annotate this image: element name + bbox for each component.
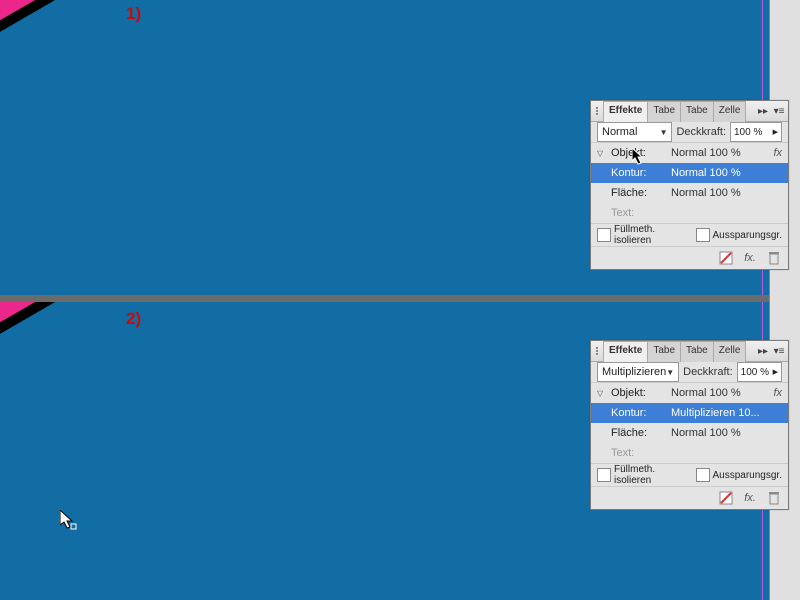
panel-tab-strip: Effekte Tabe Tabe Zelle ▸▸ ▾≡ (591, 101, 788, 122)
dock-rail[interactable] (769, 0, 800, 600)
chevron-down-icon: ▼ (666, 368, 674, 377)
tab-tabelle-2[interactable]: Tabe (680, 341, 714, 362)
panel-collapse-icon[interactable]: ▸▸ (756, 104, 770, 118)
fx-indicator-icon[interactable]: fx (773, 387, 782, 399)
target-list: ▽ Objekt: Normal 100 % fx Kontur: Multip… (591, 382, 788, 463)
annotation-1: 1) (126, 4, 141, 24)
isolate-blending-checkbox[interactable]: Füllmeth. isolieren (597, 224, 686, 246)
tab-tabelle-2[interactable]: Tabe (680, 101, 714, 122)
tab-zelle[interactable]: Zelle (713, 101, 747, 122)
panel-menu-icon[interactable]: ▾≡ (772, 104, 786, 118)
panel-grip[interactable] (593, 107, 601, 115)
target-stroke-row[interactable]: Kontur: Normal 100 % (591, 163, 788, 183)
opacity-label: Deckkraft: (683, 366, 733, 378)
blend-options-row: Füllmeth. isolieren Aussparungsgr. (591, 223, 788, 246)
clear-effects-icon[interactable] (718, 250, 734, 266)
clear-effects-icon[interactable] (718, 490, 734, 506)
fx-menu-button[interactable]: fx. (742, 490, 758, 506)
target-fill-row[interactable]: Fläche: Normal 100 % (591, 423, 788, 443)
effects-panel-2: Effekte Tabe Tabe Zelle ▸▸ ▾≡ Multiplizi… (590, 340, 789, 510)
fx-indicator-icon[interactable]: fx (773, 147, 782, 159)
blend-mode-value: Normal (602, 126, 637, 138)
blend-mode-select[interactable]: Normal ▼ (597, 122, 672, 142)
opacity-input[interactable]: 100 % ▶ (737, 362, 782, 382)
target-object-row[interactable]: ▽ Objekt: Normal 100 % fx (591, 143, 788, 163)
knockout-group-checkbox[interactable]: Aussparungsgr. (696, 228, 783, 242)
target-stroke-row[interactable]: Kontur: Multiplizieren 10... (591, 403, 788, 423)
panel-menu-icon[interactable]: ▾≡ (772, 344, 786, 358)
annotation-2: 2) (126, 309, 141, 329)
knockout-group-checkbox[interactable]: Aussparungsgr. (696, 468, 783, 482)
blend-mode-select[interactable]: Multiplizieren ▼ (597, 362, 679, 382)
tab-effects[interactable]: Effekte (603, 101, 648, 122)
target-text-row: Text: (591, 443, 788, 463)
tab-tabelle[interactable]: Tabe (647, 341, 681, 362)
panel-footer: fx. (591, 486, 788, 509)
opacity-value: 100 % (741, 367, 769, 378)
effects-panel-1: Effekte Tabe Tabe Zelle ▸▸ ▾≡ Normal ▼ D… (590, 100, 789, 270)
fx-menu-button[interactable]: fx. (742, 250, 758, 266)
chevron-down-icon: ▼ (660, 128, 668, 137)
blend-options-row: Füllmeth. isolieren Aussparungsgr. (591, 463, 788, 486)
tab-tabelle[interactable]: Tabe (647, 101, 681, 122)
opacity-input[interactable]: 100 % ▶ (730, 122, 782, 142)
panel-grip[interactable] (593, 347, 601, 355)
disclosure-triangle-icon[interactable]: ▽ (597, 389, 605, 398)
ribbon-object-2[interactable] (0, 302, 349, 382)
chevron-right-icon: ▶ (773, 368, 778, 376)
opacity-value: 100 % (734, 127, 762, 138)
panel-footer: fx. (591, 246, 788, 269)
isolate-blending-checkbox[interactable]: Füllmeth. isolieren (597, 464, 686, 486)
tab-zelle[interactable]: Zelle (713, 341, 747, 362)
panel-tab-strip: Effekte Tabe Tabe Zelle ▸▸ ▾≡ (591, 341, 788, 362)
ribbon-object-1[interactable] (0, 0, 349, 80)
blend-mode-row: Normal ▼ Deckkraft: 100 % ▶ (591, 122, 788, 142)
panel-collapse-icon[interactable]: ▸▸ (756, 344, 770, 358)
trash-icon[interactable] (766, 490, 782, 506)
window-divider[interactable] (0, 295, 800, 302)
opacity-label: Deckkraft: (676, 126, 726, 138)
tab-effects[interactable]: Effekte (603, 341, 648, 362)
target-text-row: Text: (591, 203, 788, 223)
blend-mode-row: Multiplizieren ▼ Deckkraft: 100 % ▶ (591, 362, 788, 382)
chevron-right-icon: ▶ (773, 128, 778, 136)
trash-icon[interactable] (766, 250, 782, 266)
target-object-row[interactable]: ▽ Objekt: Normal 100 % fx (591, 383, 788, 403)
disclosure-triangle-icon[interactable]: ▽ (597, 149, 605, 158)
target-list: ▽ Objekt: Normal 100 % fx Kontur: Normal… (591, 142, 788, 223)
blend-mode-value: Multiplizieren (602, 366, 666, 378)
target-fill-row[interactable]: Fläche: Normal 100 % (591, 183, 788, 203)
